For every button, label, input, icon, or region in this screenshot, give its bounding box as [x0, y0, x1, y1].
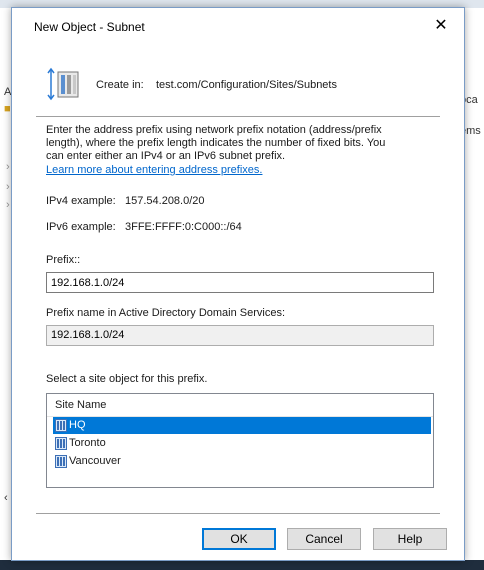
- close-icon[interactable]: ✕: [418, 8, 464, 44]
- chevron-right-icon: ›: [6, 181, 10, 193]
- site-list-item-label: HQ: [69, 419, 86, 431]
- ipv4-example-label: IPv4 example:: [46, 195, 116, 207]
- site-list-item-label: Vancouver: [69, 455, 121, 467]
- prefix-input[interactable]: [46, 272, 434, 293]
- site-select-label: Select a site object for this prefix.: [46, 373, 208, 385]
- learn-more-link[interactable]: Learn more about entering address prefix…: [46, 164, 262, 176]
- header-divider: [36, 116, 440, 117]
- chevron-right-icon: ›: [6, 161, 10, 173]
- folder-icon: ■: [4, 103, 11, 115]
- site-list-item-toronto[interactable]: Toronto: [53, 435, 431, 452]
- site-list-item-vancouver[interactable]: Vancouver: [53, 453, 431, 470]
- help-button[interactable]: Help: [373, 528, 447, 550]
- dialog-header: Create in: test.com/Configuration/Sites/…: [12, 44, 464, 120]
- site-list-item-hq[interactable]: HQ: [53, 417, 431, 434]
- site-list-header[interactable]: Site Name: [47, 394, 433, 417]
- create-in-path: test.com/Configuration/Sites/Subnets: [156, 79, 337, 91]
- ok-button[interactable]: OK: [202, 528, 276, 550]
- footer-divider: [36, 513, 440, 514]
- create-in-label: Create in:: [96, 79, 144, 91]
- chevron-right-icon: ›: [6, 199, 10, 211]
- site-list-item-label: Toronto: [69, 437, 106, 449]
- site-list[interactable]: Site Name HQ Toronto Vancouver: [46, 393, 434, 488]
- new-subnet-dialog: New Object - Subnet ✕ Create in: test.co…: [11, 7, 465, 561]
- scroll-left-icon: ‹: [4, 492, 8, 504]
- site-name-column-header: Site Name: [55, 399, 107, 411]
- site-icon: [55, 419, 67, 432]
- prefix-name-label: Prefix name in Active Directory Domain S…: [46, 307, 286, 319]
- description-text: Enter the address prefix using network p…: [46, 124, 386, 162]
- prefix-label: Prefix::: [46, 254, 81, 266]
- ipv4-example-value: 157.54.208.0/20: [125, 195, 205, 207]
- ipv6-example-value: 3FFE:FFFF:0:C000::/64: [125, 221, 242, 233]
- ipv6-example-label: IPv6 example:: [46, 221, 116, 233]
- subnet-object-icon: [47, 67, 79, 101]
- dialog-titlebar: New Object - Subnet ✕: [12, 8, 464, 44]
- dialog-title: New Object - Subnet: [34, 20, 145, 34]
- prefix-name-field: 192.168.1.0/24: [46, 325, 434, 346]
- cancel-button[interactable]: Cancel: [287, 528, 361, 550]
- background-taskbar: [0, 560, 484, 570]
- site-icon: [55, 437, 67, 450]
- site-icon: [55, 455, 67, 468]
